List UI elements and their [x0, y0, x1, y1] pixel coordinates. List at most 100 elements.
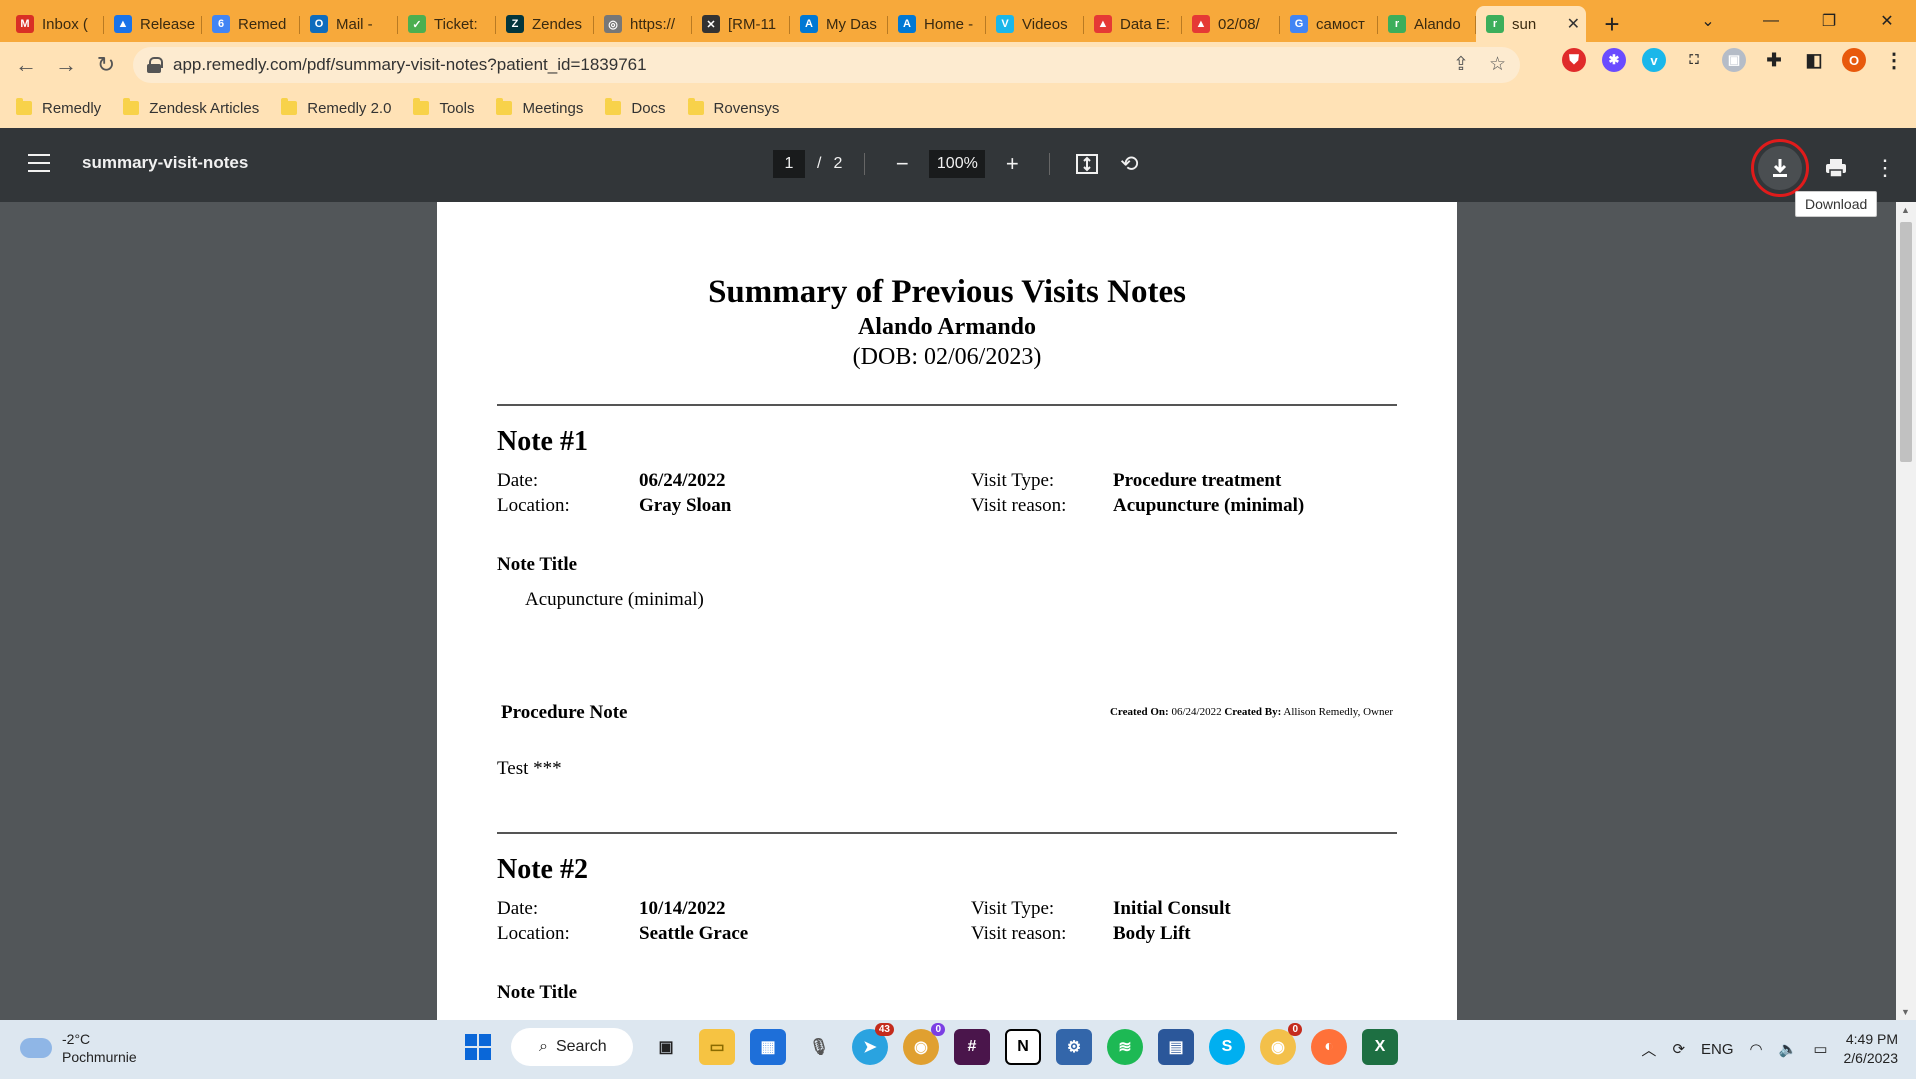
file-explorer-icon[interactable]: ▭: [699, 1029, 735, 1065]
browser-tab[interactable]: V Videos: [986, 6, 1084, 42]
browser-tab[interactable]: ◎ https://: [594, 6, 692, 42]
side-panel-icon[interactable]: ◧: [1802, 48, 1826, 72]
zoom-in-icon[interactable]: +: [997, 149, 1027, 179]
bookmark-folder[interactable]: Remedly 2.0: [281, 98, 391, 117]
chrome-active-icon[interactable]: ◉ 0: [1260, 1023, 1302, 1065]
volume-icon[interactable]: 🔈: [1779, 1040, 1798, 1058]
folder-icon: [687, 98, 704, 115]
store-icon[interactable]: ▦: [750, 1029, 786, 1065]
wifi-icon[interactable]: ◠: [1750, 1040, 1763, 1058]
bookmark-folder[interactable]: Zendesk Articles: [123, 98, 259, 117]
pdf-viewer[interactable]: Summary of Previous Visits Notes Alando …: [0, 202, 1916, 1020]
browser-tab[interactable]: ▲ Release: [104, 6, 202, 42]
rotate-icon[interactable]: ⟲: [1114, 149, 1144, 179]
vertical-scrollbar[interactable]: ▲ ▼: [1896, 202, 1916, 1020]
screenshot-extension-icon[interactable]: ⛶: [1682, 48, 1706, 72]
spotify-icon[interactable]: ≋: [1107, 1029, 1143, 1065]
restore-icon[interactable]: ❐: [1800, 0, 1858, 42]
network-app-icon[interactable]: ⚙: [1056, 1029, 1092, 1065]
clock[interactable]: 4:49 PM 2/6/2023: [1844, 1030, 1899, 1068]
windows-start-icon[interactable]: [460, 1029, 496, 1065]
reload-icon[interactable]: ↻: [86, 45, 126, 85]
jira-icon: ✕: [702, 15, 720, 33]
skype-icon[interactable]: S: [1209, 1029, 1245, 1065]
more-menu-icon[interactable]: ⋮: [1882, 48, 1906, 72]
slack-icon[interactable]: #: [954, 1029, 990, 1065]
vimeo-extension-icon[interactable]: v: [1642, 48, 1666, 72]
telegram-icon[interactable]: ➤ 43: [852, 1023, 894, 1065]
bookmark-folder[interactable]: Remedly: [16, 98, 102, 117]
visit-type-label: Visit Type:: [971, 470, 1055, 491]
download-button[interactable]: [1751, 139, 1809, 197]
print-icon[interactable]: [1816, 153, 1856, 183]
new-tab-icon[interactable]: +: [1594, 6, 1630, 42]
more-options-icon[interactable]: ⋮: [1870, 153, 1900, 183]
tab-label: sun: [1512, 15, 1537, 33]
microphone-app-icon[interactable]: 🎙: [801, 1029, 837, 1065]
taskbar-search[interactable]: ⌕ Search: [511, 1028, 633, 1066]
language-indicator[interactable]: ENG: [1701, 1041, 1734, 1058]
lock-icon[interactable]: [147, 57, 163, 73]
patient-name: Alando Armando: [857, 314, 1037, 340]
bookmark-label: Remedly: [42, 99, 102, 117]
close-window-icon[interactable]: ✕: [1858, 0, 1916, 42]
browser-tab[interactable]: Z Zendes: [496, 6, 594, 42]
bookmark-folder[interactable]: Rovensys: [687, 98, 780, 117]
fit-page-icon[interactable]: [1072, 149, 1102, 179]
browser-tab[interactable]: M Inbox (: [6, 6, 104, 42]
note-title-label: Note Title: [497, 554, 578, 575]
menu-icon[interactable]: [28, 154, 50, 172]
zoom-input[interactable]: 100%: [929, 150, 986, 178]
browser-tab[interactable]: r sun ✕: [1476, 6, 1586, 42]
chrome-icon[interactable]: ◉ 0: [903, 1023, 945, 1065]
browser-tab[interactable]: O Mail -: [300, 6, 398, 42]
firefox-icon[interactable]: ◐: [1311, 1029, 1347, 1065]
battery-icon[interactable]: ▭: [1813, 1040, 1827, 1058]
bookmark-folder[interactable]: Tools: [413, 98, 474, 117]
bookmark-label: Rovensys: [713, 99, 780, 117]
date-label: Date:: [497, 898, 539, 919]
notion-icon[interactable]: N: [1005, 1029, 1041, 1065]
scroll-down-icon[interactable]: ▼: [1901, 1007, 1910, 1017]
profile-avatar[interactable]: O: [1842, 48, 1866, 72]
task-view-icon[interactable]: ▣: [648, 1029, 684, 1065]
created-by-value: Allison Remedly, Owner: [1283, 706, 1393, 718]
browser-tab[interactable]: r Alando: [1378, 6, 1476, 42]
browser-tab[interactable]: ✓ Ticket:: [398, 6, 496, 42]
grid-app-icon[interactable]: ▤: [1158, 1029, 1194, 1065]
weather-widget[interactable]: -2°C Pochmurnie: [20, 1030, 137, 1066]
profile-extension-icon[interactable]: ▣: [1722, 48, 1746, 72]
chrome-badge: 0: [931, 1023, 945, 1036]
forward-arrow-icon[interactable]: →: [46, 45, 86, 85]
bookmark-folder[interactable]: Docs: [605, 98, 666, 117]
share-icon[interactable]: ⇪: [1453, 53, 1469, 76]
page-number-input[interactable]: 1: [773, 150, 805, 178]
extensions-puzzle-icon[interactable]: ✚: [1762, 48, 1786, 72]
bookmark-folder[interactable]: Meetings: [496, 98, 583, 117]
note-heading: Note #1: [497, 426, 588, 457]
tab-search-chevron-icon[interactable]: ⌄: [1690, 6, 1726, 36]
scrollbar-thumb[interactable]: [1900, 222, 1912, 462]
sync-icon[interactable]: ⟳: [1672, 1040, 1685, 1058]
browser-tab[interactable]: 6 Remed: [202, 6, 300, 42]
browser-tab[interactable]: Gсамост: [1280, 6, 1378, 42]
back-arrow-icon[interactable]: ←: [6, 45, 46, 85]
bookmark-star-icon[interactable]: ☆: [1489, 53, 1506, 76]
visit-reason-value: Body Lift: [1113, 923, 1191, 944]
browser-tab[interactable]: ▲ Data E:: [1084, 6, 1182, 42]
browser-tab[interactable]: ✕ [RM-11: [692, 6, 790, 42]
address-bar[interactable]: app.remedly.com/pdf/summary-visit-notes?…: [133, 47, 1520, 83]
browser-tab[interactable]: ▲ 02/08/: [1182, 6, 1280, 42]
close-tab-icon[interactable]: ✕: [1567, 14, 1580, 34]
tab-label: Release: [140, 15, 196, 33]
minimize-icon[interactable]: —: [1742, 0, 1800, 42]
browser-tab[interactable]: A Home -: [888, 6, 986, 42]
zoom-out-icon[interactable]: −: [887, 149, 917, 179]
adblock-extension-icon[interactable]: ⛊: [1562, 48, 1586, 72]
browser-tab[interactable]: A My Das: [790, 6, 888, 42]
tray-chevron-icon[interactable]: ︿: [1641, 1039, 1656, 1060]
location-label: Location:: [497, 495, 570, 516]
excel-icon[interactable]: X: [1362, 1029, 1398, 1065]
snowflake-extension-icon[interactable]: ✱: [1602, 48, 1626, 72]
scroll-up-icon[interactable]: ▲: [1901, 205, 1910, 215]
